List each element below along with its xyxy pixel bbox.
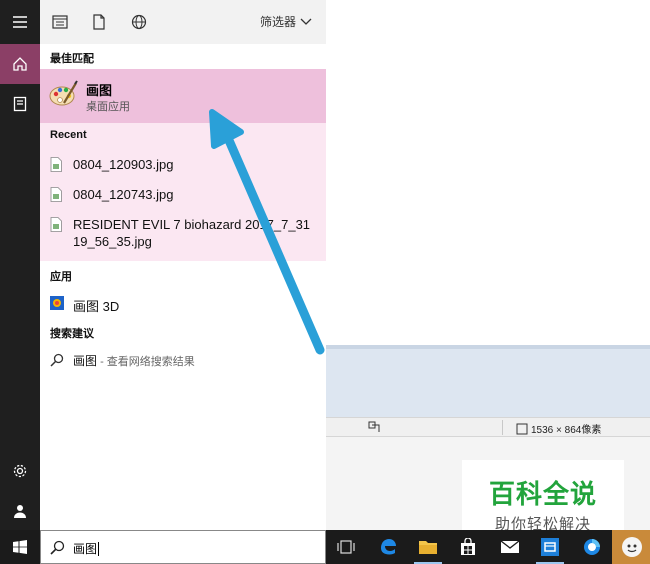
start-rail bbox=[0, 0, 40, 530]
best-match-heading: 最佳匹配 bbox=[50, 53, 94, 65]
file-explorer-icon[interactable] bbox=[408, 530, 448, 564]
apps-icon[interactable] bbox=[50, 12, 70, 32]
suggestion-text: 画图 - 查看网络搜索结果 bbox=[73, 352, 195, 369]
document-icon[interactable] bbox=[0, 84, 40, 124]
globe-icon[interactable] bbox=[129, 12, 149, 32]
suggestion-hint: - 查看网络搜索结果 bbox=[97, 356, 195, 368]
selection-size-icon bbox=[368, 421, 380, 436]
search-results-panel: 筛选器 最佳匹配 画图 桌面应用 Recent 0804_120903.jpg … bbox=[40, 0, 326, 530]
store-icon[interactable] bbox=[448, 530, 488, 564]
avatar-icon[interactable] bbox=[612, 530, 650, 564]
paint-3d-icon[interactable] bbox=[530, 530, 570, 564]
image-file-icon bbox=[50, 187, 62, 202]
image-file-icon bbox=[50, 217, 62, 232]
best-match-name: 画图 bbox=[86, 83, 113, 98]
windows-icon[interactable] bbox=[0, 530, 40, 564]
search-value: 画图 bbox=[73, 542, 98, 556]
filter-dropdown[interactable]: 筛选器 bbox=[260, 13, 312, 30]
paint-3d-icon bbox=[50, 296, 64, 310]
edge-icon[interactable] bbox=[368, 530, 408, 564]
recent-heading: Recent bbox=[50, 129, 87, 141]
recent-item-label: 0804_120743.jpg bbox=[73, 187, 174, 202]
hamburger-icon[interactable] bbox=[0, 2, 40, 42]
taskbar: 画图 bbox=[0, 530, 650, 564]
text-caret bbox=[98, 542, 100, 556]
task-view-icon[interactable] bbox=[326, 530, 366, 564]
paint-app-icon bbox=[48, 79, 78, 109]
recent-item-label-line1: RESIDENT EVIL 7 biohazard 2017_7_31 bbox=[73, 217, 311, 232]
results-toolbar: 筛选器 bbox=[40, 0, 326, 44]
best-match-subtitle: 桌面应用 bbox=[86, 101, 130, 113]
home-icon[interactable] bbox=[0, 44, 40, 84]
image-dimensions: 1536 × 864像素 bbox=[516, 421, 601, 436]
user-icon[interactable] bbox=[0, 491, 40, 531]
recent-item-label-line2: 19_56_35.jpg bbox=[73, 234, 152, 249]
suggestion-term: 画图 bbox=[73, 354, 98, 368]
search-icon bbox=[50, 540, 65, 555]
background-status-bar: 1536 × 864像素 bbox=[326, 417, 650, 437]
watermark-title: 百科全说 bbox=[488, 479, 597, 509]
recent-section: Recent 0804_120903.jpg 0804_120743.jpg R… bbox=[40, 123, 326, 261]
search-icon bbox=[50, 353, 64, 367]
app-item-label: 画图 3D bbox=[73, 299, 120, 314]
recent-item-label: 0804_120903.jpg bbox=[73, 157, 174, 172]
document-icon[interactable] bbox=[89, 12, 109, 32]
background-canvas-area bbox=[326, 345, 650, 417]
gear-icon[interactable] bbox=[0, 451, 40, 491]
image-file-icon bbox=[50, 157, 62, 172]
filter-label: 筛选器 bbox=[259, 15, 296, 29]
mail-icon[interactable] bbox=[490, 530, 530, 564]
suggestions-heading: 搜索建议 bbox=[50, 328, 94, 340]
best-match-item[interactable]: 画图 桌面应用 bbox=[40, 69, 326, 123]
watermark: 百科全说 助你轻松解决 bbox=[462, 460, 624, 538]
chevron-down-icon bbox=[300, 15, 312, 29]
search-input[interactable]: 画图 bbox=[40, 530, 326, 564]
apps-heading: 应用 bbox=[50, 271, 72, 283]
app-icon[interactable] bbox=[572, 530, 612, 564]
